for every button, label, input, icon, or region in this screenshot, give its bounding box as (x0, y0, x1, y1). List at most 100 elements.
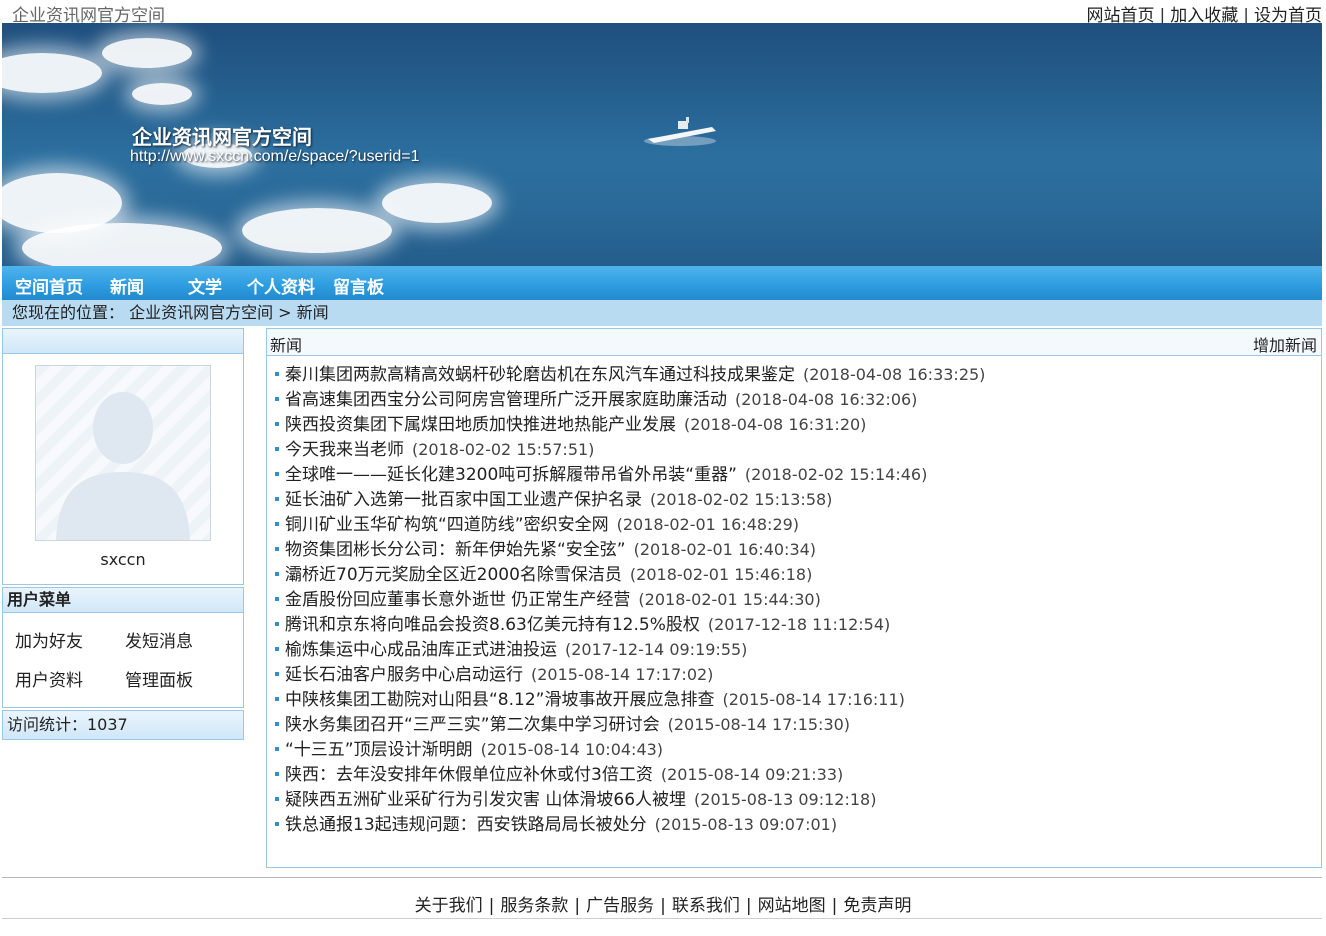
news-title-link[interactable]: 铁总通报13起违规问题：西安铁路局局长被处分 (285, 815, 647, 835)
footer-divider (2, 877, 1322, 878)
news-panel-header: 新闻 增加新闻 (267, 329, 1321, 356)
cloud-decoration (2, 53, 102, 93)
news-title-link[interactable]: 金盾股份回应董事长意外逝世 仍正常生产经营 (285, 590, 630, 610)
news-date: (2015-08-14 09:21:33) (660, 765, 844, 784)
add-news-link[interactable]: 增加新闻 (1253, 332, 1317, 356)
news-title-link[interactable]: 今天我来当老师 (285, 440, 404, 460)
news-date: (2018-02-02 15:13:58) (650, 490, 833, 509)
news-title-link[interactable]: 腾讯和京东将向唯品会投资8.63亿美元持有12.5%股权 (285, 615, 700, 635)
news-date: (2018-04-08 16:31:20) (684, 415, 867, 434)
breadcrumb: 您现在的位置： 企业资讯网官方空间 > 新闻 (2, 300, 1322, 326)
news-date: (2018-04-08 16:33:25) (803, 365, 986, 384)
nav-space-home[interactable]: 空间首页 (15, 273, 83, 298)
news-date: (2018-02-01 15:44:30) (638, 590, 821, 609)
news-item: 全球唯一——延长化建3200吨可拆解履带吊省外吊装“重器” (2018-02-02… (275, 462, 1321, 487)
footer-terms[interactable]: 服务条款 (500, 896, 568, 916)
footer-contact[interactable]: 联系我们 (672, 896, 740, 916)
news-date: (2018-02-01 16:48:29) (616, 515, 800, 534)
nav-profile[interactable]: 个人资料 (247, 273, 315, 298)
separator: | (488, 896, 495, 916)
news-date: (2018-04-08 16:32:06) (735, 390, 918, 409)
user-menu-title: 用户菜单 (3, 588, 243, 613)
news-item: “十三五”顶层设计渐明朗 (2015-08-14 10:04:43) (275, 737, 1321, 762)
news-item: 物资集团彬长分公司：新年伊始先紧“安全弦” (2018-02-01 16:40:3… (275, 537, 1321, 562)
news-title-link[interactable]: 全球唯一——延长化建3200吨可拆解履带吊省外吊装“重器” (285, 465, 737, 485)
profile-box-header (3, 329, 243, 354)
news-item: 榆炼集运中心成品油库正式进油投运 (2017-12-14 09:19:55) (275, 637, 1321, 662)
cloud-decoration (382, 183, 492, 223)
news-item: 中陕核集团工勘院对山阳县“8.12”滑坡事故开展应急排查 (2015-08-14 … (275, 687, 1321, 712)
add-friend-link[interactable]: 加为好友 (15, 627, 125, 652)
news-item: 铜川矿业玉华矿构筑“四道防线”密织安全网 (2018-02-01 16:48:29… (275, 512, 1321, 537)
footer-sitemap[interactable]: 网站地图 (758, 896, 826, 916)
news-title-link[interactable]: 榆炼集运中心成品油库正式进油投运 (285, 640, 557, 660)
stats-box: 访问统计：1037 (2, 710, 244, 740)
cloud-decoration (242, 208, 392, 253)
news-title-link[interactable]: 铜川矿业玉华矿构筑“四道防线”密织安全网 (285, 515, 609, 535)
news-item: 延长油矿入选第一批百家中国工业遗产保护名录 (2018-02-02 15:13:5… (275, 487, 1321, 512)
news-item: 省高速集团西宝分公司阿房宫管理所广泛开展家庭助廉活动 (2018-04-08 16… (275, 387, 1321, 412)
news-item: 陕西投资集团下属煤田地质加快推进地热能产业发展 (2018-04-08 16:31… (275, 412, 1321, 437)
cloud-decoration (102, 38, 192, 68)
news-date: (2018-02-01 15:46:18) (629, 565, 813, 584)
news-date: (2018-02-02 15:14:46) (744, 465, 928, 484)
breadcrumb-text: 您现在的位置： 企业资讯网官方空间 > 新闻 (12, 303, 329, 322)
news-title-link[interactable]: 物资集团彬长分公司：新年伊始先紧“安全弦” (285, 540, 626, 560)
news-title-link[interactable]: 延长石油客户服务中心启动运行 (285, 665, 523, 685)
news-title-link[interactable]: 省高速集团西宝分公司阿房宫管理所广泛开展家庭助廉活动 (285, 390, 727, 410)
news-item: 疑陕西五洲矿业采矿行为引发灾害 山体滑坡66人被埋 (2015-08-13 09:… (275, 787, 1321, 812)
footer-disclaimer[interactable]: 免责声明 (843, 896, 911, 916)
separator: | (831, 896, 838, 916)
nav-guestbook[interactable]: 留言板 (333, 273, 384, 298)
send-message-link[interactable]: 发短消息 (125, 627, 235, 652)
news-list: 秦川集团两款高精高效蜗杆砂轮磨齿机在东风汽车通过科技成果鉴定 (2018-04-0… (267, 362, 1321, 837)
top-bar: 企业资讯网官方空间 网站首页 | 加入收藏 | 设为首页 (0, 0, 1326, 26)
nav-news[interactable]: 新闻 (110, 273, 144, 298)
footer-ads[interactable]: 广告服务 (586, 896, 654, 916)
news-date: (2015-08-14 17:17:02) (531, 665, 714, 684)
news-panel: 新闻 增加新闻 秦川集团两款高精高效蜗杆砂轮磨齿机在东风汽车通过科技成果鉴定 (2… (266, 328, 1322, 868)
news-title-link[interactable]: 灞桥近70万元奖励全区近2000名除雪保洁员 (285, 565, 622, 585)
sidebar: sxccn 用户菜单 加为好友 发短消息用户资料 管理面板 访问统计：1037 (2, 328, 244, 740)
news-item: 腾讯和京东将向唯品会投资8.63亿美元持有12.5%股权 (2017-12-18 … (275, 612, 1321, 637)
admin-panel-link[interactable]: 管理面板 (125, 666, 235, 691)
footer-about[interactable]: 关于我们 (415, 896, 483, 916)
banner-url: http://www.sxccn.com/e/space/?userid=1 (130, 148, 420, 165)
user-silhouette-icon (56, 392, 190, 540)
avatar-area: sxccn (3, 354, 243, 584)
user-info-link[interactable]: 用户资料 (15, 666, 125, 691)
avatar[interactable] (35, 365, 211, 541)
news-date: (2018-02-02 15:57:51) (412, 440, 595, 459)
news-title-link[interactable]: 中陕核集团工勘院对山阳县“8.12”滑坡事故开展应急排查 (285, 690, 714, 710)
separator: | (574, 896, 581, 916)
news-item: 今天我来当老师 (2018-02-02 15:57:51) (275, 437, 1321, 462)
news-date: (2015-08-14 10:04:43) (480, 740, 664, 759)
news-panel-title: 新闻 (270, 336, 303, 355)
news-title-link[interactable]: 陕西投资集团下属煤田地质加快推进地热能产业发展 (285, 415, 676, 435)
news-item: 陕水务集团召开“三严三实”第二次集中学习研讨会 (2015-08-14 17:15… (275, 712, 1321, 737)
news-date: (2015-08-13 09:07:01) (654, 815, 838, 834)
news-date: (2015-08-13 09:12:18) (694, 790, 877, 809)
news-title-link[interactable]: 陕水务集团召开“三严三实”第二次集中学习研讨会 (285, 715, 660, 735)
banner: 企业资讯网官方空间 http://www.sxccn.com/e/space/?… (2, 23, 1322, 266)
profile-box: sxccn (2, 328, 244, 585)
visit-stats: 访问统计：1037 (3, 711, 243, 739)
news-title-link[interactable]: “十三五”顶层设计渐明朗 (285, 740, 473, 760)
separator: | (660, 896, 666, 916)
username: sxccn (100, 550, 146, 569)
news-item: 铁总通报13起违规问题：西安铁路局局长被处分 (2015-08-13 09:07:… (275, 812, 1321, 837)
news-title-link[interactable]: 疑陕西五洲矿业采矿行为引发灾害 山体滑坡66人被埋 (285, 790, 686, 810)
news-item: 灞桥近70万元奖励全区近2000名除雪保洁员 (2018-02-01 15:46:… (275, 562, 1321, 587)
news-date: (2018-02-01 16:40:34) (633, 540, 817, 559)
news-item: 延长石油客户服务中心启动运行 (2015-08-14 17:17:02) (275, 662, 1321, 687)
ship-icon (644, 117, 716, 146)
news-title-link[interactable]: 陕西：去年没安排年休假单位应补休或付3倍工资 (285, 765, 653, 785)
banner-title: 企业资讯网官方空间 (132, 125, 312, 149)
cloud-decoration (22, 223, 222, 266)
news-title-link[interactable]: 秦川集团两款高精高效蜗杆砂轮磨齿机在东风汽车通过科技成果鉴定 (285, 365, 795, 385)
news-date: (2017-12-18 11:12:54) (707, 615, 891, 634)
user-menu: 加为好友 发短消息用户资料 管理面板 (3, 613, 243, 707)
nav-literature[interactable]: 文学 (188, 273, 222, 298)
news-item: 金盾股份回应董事长意外逝世 仍正常生产经营 (2018-02-01 15:44:3… (275, 587, 1321, 612)
news-title-link[interactable]: 延长油矿入选第一批百家中国工业遗产保护名录 (285, 490, 642, 510)
